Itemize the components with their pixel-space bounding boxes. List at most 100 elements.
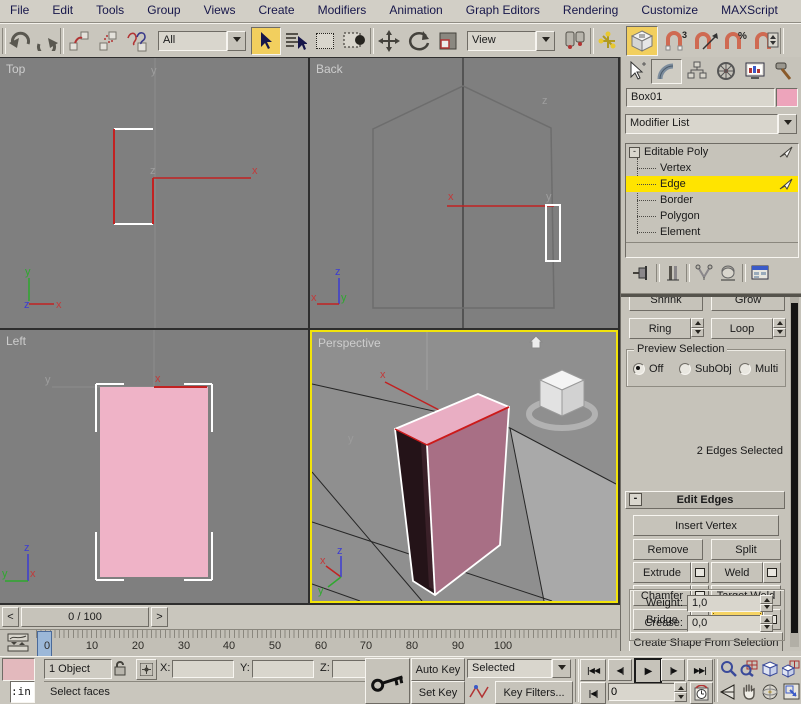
ring-spinner[interactable] [691, 318, 704, 337]
insert-vertex-button[interactable]: Insert Vertex [633, 515, 779, 536]
object-color-swatch[interactable] [776, 88, 798, 107]
stack-item-element[interactable]: Element [626, 224, 798, 240]
radio-subobj[interactable]: SubObj [679, 363, 732, 375]
window-crossing-toggle-icon[interactable] [339, 28, 370, 54]
auto-key-button[interactable]: Auto Key [411, 658, 465, 681]
reference-coordinate-combo[interactable]: View [467, 31, 555, 51]
viewport-perspective[interactable]: y x x z [310, 330, 618, 603]
crease-spinner[interactable] [760, 615, 773, 632]
key-filters-button[interactable]: Key Filters... [495, 681, 573, 704]
weld-button[interactable]: Weld [711, 562, 763, 583]
maxscript-mini-listener[interactable]: :in [10, 681, 35, 703]
use-pivot-point-center-icon[interactable] [560, 28, 590, 54]
stack-item-editable-poly[interactable]: - Editable Poly [626, 144, 798, 160]
angle-snap-toggle-icon[interactable]: 3 [661, 28, 691, 54]
set-keys-button[interactable] [365, 658, 410, 704]
menu-create[interactable]: Create [249, 0, 305, 22]
loop-spinner[interactable] [773, 318, 786, 337]
make-unique-icon[interactable] [695, 264, 715, 282]
menu-rendering[interactable]: Rendering [553, 0, 628, 22]
time-configuration-icon[interactable] [690, 682, 713, 704]
zoom-extents-all-icon[interactable] [781, 658, 801, 679]
frame-spinner[interactable] [674, 682, 687, 702]
stack-item-border[interactable]: Border [626, 192, 798, 208]
y-coordinate-input[interactable] [252, 660, 314, 678]
bind-to-space-warp-icon[interactable] [122, 28, 153, 54]
next-frame-button[interactable]: |▶ [661, 659, 685, 681]
select-and-link-icon[interactable] [64, 28, 93, 54]
tab-motion[interactable] [711, 59, 740, 82]
field-of-view-icon[interactable] [718, 681, 738, 702]
tab-hierarchy[interactable] [682, 59, 711, 82]
undo-icon[interactable] [6, 28, 33, 54]
selection-lock-icon[interactable] [111, 659, 129, 677]
stack-collapse-box[interactable]: - [629, 147, 640, 158]
panel-scrollbar[interactable] [790, 297, 799, 647]
split-button[interactable]: Split [711, 539, 781, 560]
previous-frame-button[interactable]: ◀| [608, 659, 632, 681]
time-slider-prev-button[interactable]: < [2, 607, 19, 627]
selection-filter-combo[interactable]: All [158, 31, 246, 51]
unlink-selection-icon[interactable] [93, 28, 122, 54]
radio-multi[interactable]: Multi [739, 363, 778, 375]
menu-tools[interactable]: Tools [86, 0, 134, 22]
configure-modifier-sets-icon[interactable] [751, 264, 771, 282]
remove-button[interactable]: Remove [633, 539, 703, 560]
key-mode-combo[interactable]: Selected [467, 659, 571, 678]
tab-create[interactable] [622, 59, 651, 82]
arc-rotate-icon[interactable] [760, 681, 780, 702]
z-coordinate-input[interactable] [332, 660, 368, 678]
object-name-field[interactable]: Box01 [626, 88, 775, 107]
macro-recorder-field[interactable] [2, 658, 35, 681]
menu-modifiers[interactable]: Modifiers [308, 0, 377, 22]
default-tangent-icon[interactable] [467, 681, 491, 702]
maximize-viewport-toggle-icon[interactable] [781, 681, 801, 702]
angle-snap-arc-icon[interactable] [691, 28, 721, 54]
select-and-move-icon[interactable] [374, 28, 404, 54]
show-end-result-icon[interactable] [665, 264, 681, 282]
menu-animation[interactable]: Animation [379, 0, 452, 22]
loop-button[interactable]: Loop [711, 318, 773, 339]
radio-off[interactable]: Off [633, 363, 663, 375]
shrink-button[interactable]: Shrink [629, 297, 703, 311]
zoom-extents-icon[interactable] [760, 658, 780, 679]
key-mode-arrow[interactable] [552, 659, 571, 678]
zoom-icon[interactable] [718, 658, 738, 679]
select-and-scale-icon[interactable] [434, 28, 462, 54]
create-shape-button[interactable]: Create Shape From Selection [629, 632, 783, 651]
stack-item-vertex[interactable]: Vertex [626, 160, 798, 176]
track-bar[interactable]: 0 10 20 30 40 50 60 70 80 90 100 [0, 629, 620, 657]
edit-edges-rollout-header[interactable]: - Edit Edges [625, 491, 785, 509]
go-to-end-button[interactable]: ▶▶| [687, 659, 713, 681]
select-and-rotate-icon[interactable] [404, 28, 434, 54]
menu-group[interactable]: Group [137, 0, 190, 22]
extrude-button[interactable]: Extrude [633, 562, 691, 583]
extrude-settings-button[interactable] [691, 562, 709, 583]
menu-graph-editors[interactable]: Graph Editors [456, 0, 550, 22]
menu-file[interactable]: File [0, 0, 39, 22]
key-mode-toggle-button[interactable]: |◀| [580, 682, 606, 704]
reference-coordinate-arrow[interactable] [536, 31, 555, 51]
set-key-button[interactable]: Set Key [411, 681, 465, 704]
menu-customize[interactable]: Customize [631, 0, 708, 22]
absolute-mode-toggle-icon[interactable] [136, 659, 157, 680]
modifier-list-arrow[interactable] [778, 114, 797, 134]
spinner-snap-toggle-icon[interactable] [751, 28, 780, 54]
weight-field[interactable]: 1,0 [687, 595, 763, 612]
tab-modify[interactable] [651, 59, 682, 84]
select-and-manipulate-icon[interactable] [594, 28, 622, 54]
pin-stack-icon[interactable] [631, 264, 651, 282]
select-object-button[interactable] [251, 27, 281, 55]
rollout-collapse-box[interactable]: - [629, 493, 642, 506]
panel-scrollbar-thumb[interactable] [791, 303, 798, 633]
crease-field[interactable]: 0,0 [687, 615, 763, 632]
grow-button[interactable]: Grow [711, 297, 785, 311]
select-by-name-icon[interactable] [281, 28, 310, 54]
current-frame-input[interactable] [608, 683, 676, 701]
time-slider-handle[interactable]: 0 / 100 [21, 607, 149, 627]
snaps-toggle-icon[interactable] [626, 26, 658, 56]
ring-button[interactable]: Ring [629, 318, 691, 339]
percent-snap-toggle-icon[interactable]: % [721, 28, 751, 54]
menu-views[interactable]: Views [194, 0, 246, 22]
modifier-stack[interactable]: - Editable Poly Vertex Edge Border Polyg… [625, 143, 799, 258]
